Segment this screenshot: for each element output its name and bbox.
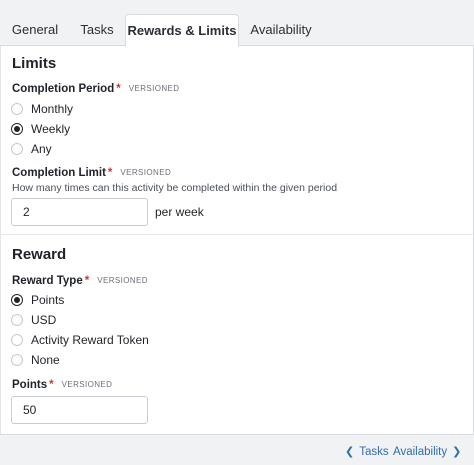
radio-none[interactable]: None bbox=[11, 352, 60, 368]
radio-label: Points bbox=[31, 293, 65, 307]
radio-label: Weekly bbox=[31, 122, 71, 136]
tab-general[interactable]: General bbox=[4, 14, 66, 46]
tab-rewards-limits[interactable]: Rewards & Limits bbox=[125, 14, 239, 47]
radio-monthly[interactable]: Monthly bbox=[11, 101, 73, 117]
radio-label: Activity Reward Token bbox=[31, 333, 149, 347]
limits-heading: Limits bbox=[12, 55, 57, 72]
versioned-badge: VERSIONED bbox=[97, 276, 148, 285]
radio-weekly[interactable]: Weekly bbox=[11, 121, 70, 137]
required-marker: * bbox=[116, 83, 121, 95]
tab-bar: General Tasks Rewards & Limits Availabil… bbox=[0, 0, 474, 47]
radio-button-selected[interactable] bbox=[11, 123, 23, 135]
radio-button[interactable] bbox=[11, 143, 23, 155]
prev-tab-label: Tasks bbox=[359, 445, 389, 458]
radio-points[interactable]: Points bbox=[11, 292, 64, 308]
reward-type-label: Reward Type * VERSIONED bbox=[12, 275, 148, 287]
radio-label: USD bbox=[31, 313, 57, 327]
radio-any[interactable]: Any bbox=[11, 141, 52, 157]
chevron-right-icon: ❯ bbox=[452, 446, 462, 458]
chevron-left-icon: ❮ bbox=[345, 446, 355, 458]
radio-button[interactable] bbox=[11, 314, 23, 326]
completion-limit-suffix: per week bbox=[155, 205, 204, 219]
radio-label: None bbox=[31, 353, 60, 367]
radio-button[interactable] bbox=[11, 354, 23, 366]
radio-label: Monthly bbox=[31, 102, 74, 116]
completion-period-label: Completion Period * VERSIONED bbox=[12, 83, 180, 95]
next-tab-link[interactable]: Availability ❯ bbox=[393, 445, 462, 459]
required-marker: * bbox=[84, 275, 90, 287]
reward-heading: Reward bbox=[12, 246, 67, 263]
radio-button[interactable] bbox=[11, 103, 23, 115]
radio-label: Any bbox=[31, 142, 52, 156]
required-marker: * bbox=[49, 379, 54, 391]
completion-limit-help: How many times can this activity be comp… bbox=[12, 182, 338, 194]
radio-usd[interactable]: USD bbox=[11, 312, 56, 328]
radio-button[interactable] bbox=[11, 334, 23, 346]
next-tab-label: Availability bbox=[393, 445, 448, 458]
points-label: Points * VERSIONED bbox=[12, 379, 113, 391]
tab-availability[interactable]: Availability bbox=[242, 14, 320, 46]
versioned-badge: VERSIONED bbox=[61, 380, 113, 389]
required-marker: * bbox=[107, 167, 113, 179]
tab-tasks[interactable]: Tasks bbox=[70, 14, 124, 46]
versioned-badge: VERSIONED bbox=[120, 168, 172, 177]
radio-activity-reward-token[interactable]: Activity Reward Token bbox=[11, 332, 149, 348]
prev-tab-link[interactable]: ❮ Tasks bbox=[345, 445, 389, 459]
section-divider bbox=[0, 234, 474, 235]
completion-limit-input[interactable] bbox=[11, 198, 148, 226]
radio-button-selected[interactable] bbox=[11, 294, 23, 306]
panel-left-border bbox=[0, 46, 1, 434]
completion-limit-label: Completion Limit * VERSIONED bbox=[12, 167, 172, 179]
versioned-badge: VERSIONED bbox=[128, 84, 180, 93]
footer-nav: ❮ Tasks Availability ❯ bbox=[0, 434, 474, 465]
points-input[interactable] bbox=[11, 396, 148, 424]
